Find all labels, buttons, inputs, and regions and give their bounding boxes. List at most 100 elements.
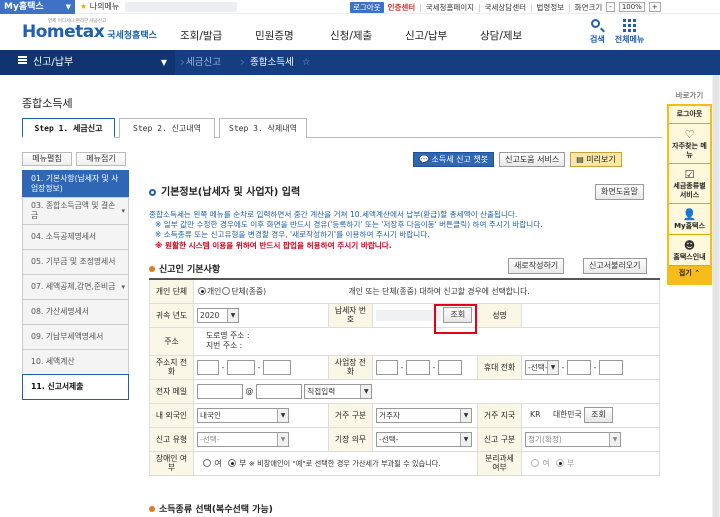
gnb-report-pay[interactable]: 신고/납부 — [405, 28, 480, 43]
cert-center-link[interactable]: 인증센터 — [388, 2, 416, 13]
law-info-link[interactable]: 법령정보 — [537, 2, 565, 13]
quick-my-hometax[interactable]: 👤 My홈택스 — [669, 204, 710, 235]
breadcrumb-income-tax[interactable]: 종합소득세 — [250, 50, 294, 75]
home-phone-2[interactable] — [227, 359, 255, 375]
chatbot-button[interactable]: 💬 소득세 신고 챗봇 — [413, 152, 495, 167]
scrollbar-thumb[interactable] — [713, 75, 719, 517]
chevron-down-icon: ▾ — [121, 207, 125, 215]
biz-phone-3[interactable] — [438, 359, 462, 375]
foreigner-cell: 내국인 ▼ — [193, 402, 329, 428]
radio-group[interactable] — [222, 286, 231, 295]
gnb-inquiry[interactable]: 조회/발급 — [180, 28, 255, 43]
biz-phone-1[interactable] — [376, 359, 398, 375]
income-type-title: 소득종류 선택(복수선택 가능) — [149, 502, 273, 515]
radio-individual[interactable] — [198, 286, 206, 295]
tab-step2[interactable]: Step 2. 신고내역 — [119, 118, 215, 138]
page-title: 종합소득세 — [22, 97, 73, 110]
gnb-consult[interactable]: 상담/제보 — [480, 28, 555, 43]
foreigner-value: 내국인 — [200, 410, 221, 420]
individual-radios: 개인 단체(종중) — [193, 278, 329, 304]
star-outline-icon[interactable]: ☆ — [302, 50, 311, 75]
quick-close[interactable]: 접기 ⌃ — [669, 266, 710, 281]
sidebar-item-submit[interactable]: 11. 신고서제출 — [22, 374, 129, 400]
page-scrollbar[interactable] — [712, 75, 720, 517]
duty-select[interactable]: -선택- ▼ — [376, 431, 472, 447]
document-icon: ▤ — [576, 155, 584, 164]
label-biz-phone: 사업장 전화 — [328, 354, 373, 380]
quick-favorite-menu[interactable]: ♡ 자주찾는 메뉴 — [669, 124, 710, 164]
notice-line: ※ 일부 값만 수정한 경우에도 이후 화면을 반드시 경유('등록하기' 또는… — [155, 220, 543, 229]
gnb-apply[interactable]: 신청/제출 — [330, 28, 405, 43]
notice-warning: ※ 원활한 시스템 이용을 위하여 반드시 팝업을 허용하여 주시기 바랍니다. — [155, 241, 392, 250]
zoom-level: 100% — [618, 2, 645, 12]
label-duty: 기장 의무 — [328, 426, 373, 452]
quick-guide[interactable]: ☻ 홈택스인내 — [669, 235, 710, 266]
help-service-button[interactable]: 신고도움 서비스 — [499, 152, 566, 167]
hometax-logo[interactable]: 언제 어디서나 편리한 세금신고 Hometax 국세청홈택스 — [22, 19, 157, 44]
mobile-3[interactable] — [599, 359, 623, 375]
sidebar-item-calc[interactable]: 10. 세액계산 — [22, 349, 129, 375]
section-menu[interactable]: 신고/납부 ▼ — [0, 50, 175, 75]
consult-center-link[interactable]: 국세상담센터 — [485, 2, 526, 13]
home-phone-3[interactable] — [263, 359, 291, 375]
menu-expand-button[interactable]: 메뉴펼침 — [22, 152, 72, 166]
sidebar-item-penalty[interactable]: 08. 가산세명세서 — [22, 299, 129, 325]
quick-tax-service[interactable]: ☑ 세금종류별 서비스 — [669, 164, 710, 204]
radio-separate-no[interactable] — [555, 458, 564, 467]
load-return-button[interactable]: 신고서불러오기 — [583, 258, 647, 274]
mobile-select[interactable]: -선택- ▼ — [525, 359, 559, 375]
sidebar-item-prepaid[interactable]: 09. 기납부세액명세서 — [22, 324, 129, 350]
user-icon: 👤 — [682, 208, 697, 221]
duty-value: -선택- — [379, 434, 399, 444]
tab-step3[interactable]: Step 3. 삭제내역 — [219, 118, 307, 138]
search-button[interactable]: 검색 — [590, 18, 605, 45]
sidebar-item-deduction[interactable]: 04. 소득공제명세서 — [22, 224, 129, 250]
foreigner-select[interactable]: 내국인 ▼ — [197, 407, 289, 423]
radio-separate-yes[interactable] — [531, 458, 539, 467]
logout-button[interactable]: 로그아웃 — [350, 1, 384, 13]
label-home-phone: 주소지 전화 — [149, 354, 194, 380]
residence-select[interactable]: 거주자 ▼ — [376, 407, 472, 423]
my-menu-link[interactable]: ★ 나의메뉴 — [80, 1, 119, 13]
divider: | — [568, 2, 571, 12]
biz-phone-2[interactable] — [406, 359, 430, 375]
quick-logout[interactable]: 로그아웃 — [669, 106, 710, 124]
category-select[interactable]: 정기(확정) ▼ — [525, 431, 621, 447]
screen-help-button[interactable]: 화면도움말 — [595, 184, 644, 200]
chevron-down-icon: ▼ — [227, 308, 238, 322]
email-id-input[interactable] — [197, 383, 243, 399]
sidebar-item-donation[interactable]: 05. 기부금 및 조정명세서 — [22, 249, 129, 275]
tab-step1[interactable]: Step 1. 세금신고 — [22, 118, 115, 138]
radio-disabled-yes[interactable] — [203, 458, 211, 467]
country-lookup-button[interactable]: 조회 — [584, 407, 613, 423]
quick-my-hometax-label: My홈택스 — [674, 222, 705, 230]
email-domain-select[interactable]: 직접입력 ▼ — [304, 383, 373, 399]
new-write-button[interactable]: 새로작성하기 — [508, 258, 565, 274]
year-select[interactable]: 2020 ▼ — [197, 307, 239, 323]
sidebar-item-basic[interactable]: 01. 기본사항(납세자 및 사업장정보) — [22, 170, 129, 198]
zoom-plus-button[interactable]: + — [648, 2, 661, 12]
breadcrumb-tax-report[interactable]: 세금신고 — [186, 50, 221, 75]
gnb-certificate[interactable]: 민원증명 — [255, 28, 330, 43]
menu-collapse-button[interactable]: 메뉴접기 — [76, 152, 126, 166]
mobile-2[interactable] — [567, 359, 591, 375]
all-menu-button[interactable]: 전체메뉴 — [615, 18, 644, 45]
home-phone-1[interactable] — [197, 359, 219, 375]
email-domain-input[interactable] — [255, 383, 302, 399]
table-row: 전자 메일 @ 직접입력 ▼ — [149, 378, 660, 404]
star-icon: ★ — [80, 2, 88, 11]
sidebar-item-income[interactable]: 03. 종합소득금액 및 결손금 ▾ — [22, 197, 129, 225]
section-title-text: 기본정보(납세자 및 사업자) 입력 — [161, 187, 301, 198]
chevron-down-icon: ▼ — [277, 432, 288, 446]
preview-button[interactable]: ▤ 미리보기 — [570, 152, 622, 167]
nts-homepage-link[interactable]: 국세청홈페이지 — [426, 2, 474, 13]
type-select[interactable]: -선택- ▼ — [197, 431, 289, 447]
chevron-down-icon: ▼ — [360, 384, 372, 398]
chevron-down-icon: ▼ — [609, 432, 620, 446]
radio-disabled-no[interactable] — [227, 458, 236, 467]
my-hometax-tab[interactable]: My홈택스 ▼ — [0, 0, 75, 14]
sidebar-item-credit[interactable]: 07. 세액공제,감면,준비금 ▾ — [22, 274, 129, 300]
separate-cell: 여 부 — [521, 450, 660, 476]
label-address: 주소 — [149, 326, 194, 356]
zoom-minus-button[interactable]: - — [606, 2, 615, 12]
